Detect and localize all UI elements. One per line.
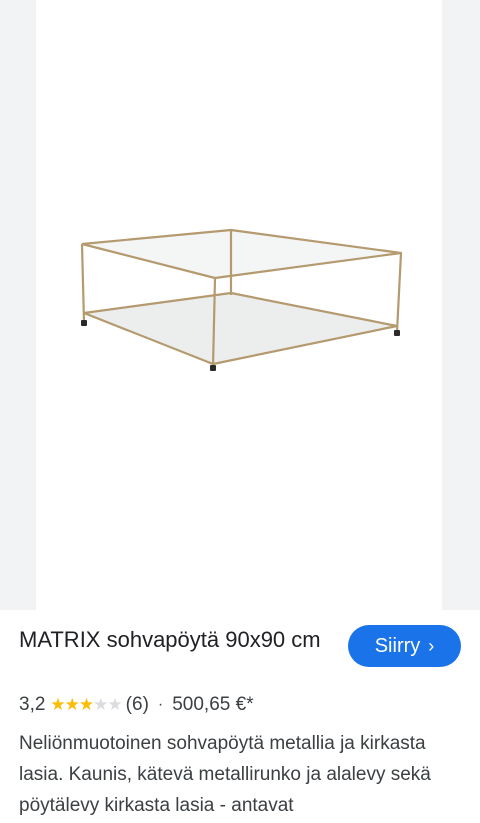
go-button-label: Siirry bbox=[374, 634, 421, 657]
product-card: MATRIX sohvapöytä 90x90 cm Siirry › 3,2 … bbox=[0, 0, 480, 823]
product-image-area[interactable] bbox=[0, 0, 480, 610]
product-image[interactable] bbox=[0, 0, 480, 610]
go-to-store-button[interactable]: Siirry › bbox=[348, 625, 461, 667]
star-empty-icon: ★ bbox=[107, 695, 122, 714]
rating-stars: ★ ★ ★ ★ ★ bbox=[50, 695, 122, 715]
product-title[interactable]: MATRIX sohvapöytä 90x90 cm bbox=[19, 624, 334, 656]
star-filled-icon: ★ bbox=[50, 695, 65, 714]
product-info: MATRIX sohvapöytä 90x90 cm Siirry › 3,2 … bbox=[0, 610, 480, 823]
star-filled-icon: ★ bbox=[78, 695, 94, 714]
product-price: 500,65 €* bbox=[172, 694, 254, 715]
meta-separator: · bbox=[157, 696, 164, 713]
rating-value: 3,2 bbox=[19, 694, 46, 715]
product-meta: 3,2 ★ ★ ★ ★ ★ (6) · 500,65 €* bbox=[19, 693, 254, 717]
review-count[interactable]: (6) bbox=[126, 694, 149, 716]
star-empty-icon: ★ bbox=[93, 695, 108, 714]
star-filled-icon: ★ bbox=[64, 695, 80, 714]
product-description: Neliönmuotoinen sohvapöytä metallia ja k… bbox=[19, 733, 431, 816]
chevron-right-icon: › bbox=[428, 636, 435, 656]
